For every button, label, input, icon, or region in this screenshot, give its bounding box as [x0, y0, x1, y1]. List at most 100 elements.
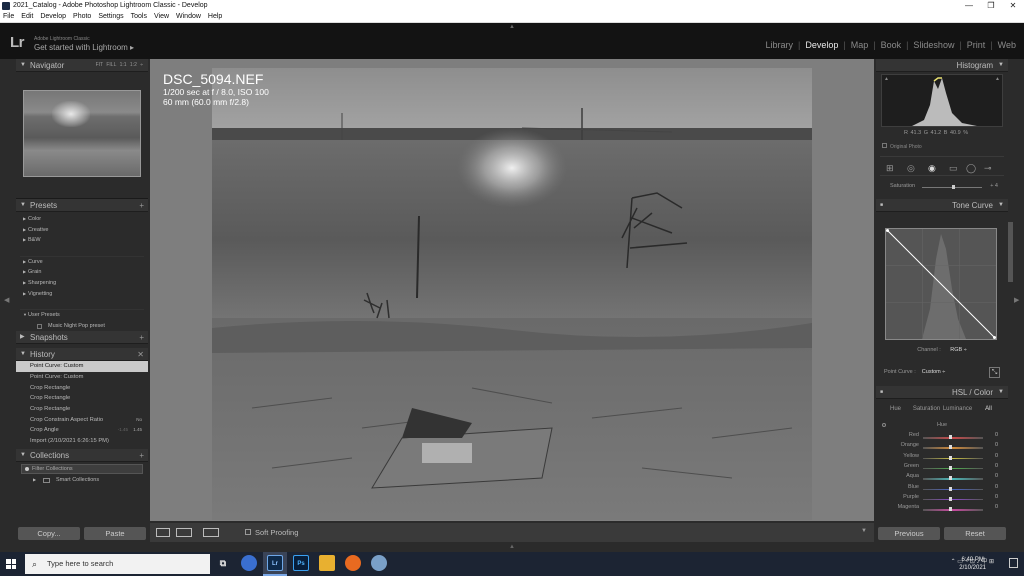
menu-window[interactable]: Window [176, 13, 201, 20]
hsl-header[interactable]: ■ HSL / Color ▼ [876, 386, 1008, 399]
tone-curve-channel[interactable]: Channel : RGB ÷ [876, 347, 1008, 353]
taskbar-clock[interactable]: 6:40 PM 2/10/2021 [959, 556, 986, 572]
close-button[interactable]: ✕ [1002, 0, 1024, 11]
hue-slider-value[interactable]: 0 [995, 504, 998, 510]
history-header[interactable]: ▼ History ✕ [16, 348, 148, 362]
history-item[interactable]: Crop Constrain Aspect Ratio No [16, 415, 148, 426]
paste-settings-button[interactable]: Paste [84, 527, 146, 540]
preset-group[interactable]: ▶ Creative [16, 225, 148, 236]
history-item[interactable]: Crop Rectangle [16, 383, 148, 394]
task-view-icon[interactable]: ⧉ [215, 555, 231, 571]
photo-preview[interactable] [212, 68, 812, 520]
hue-slider-value[interactable]: 0 [995, 473, 998, 479]
edit-point-curve-icon[interactable]: ⤡ [989, 367, 1000, 378]
adjustment-brush-icon[interactable]: ⊸ [984, 163, 992, 174]
preset-group[interactable]: ▶ Curve [16, 257, 148, 268]
original-photo-checkbox[interactable]: Original Photo [882, 143, 922, 150]
hue-slider-track[interactable] [923, 498, 983, 501]
menu-help[interactable]: Help [208, 13, 222, 20]
hue-slider-track[interactable] [923, 509, 983, 511]
add-collection-icon[interactable]: + [139, 449, 144, 462]
notification-icon[interactable] [1009, 558, 1018, 568]
module-web[interactable]: Web [998, 40, 1016, 50]
collapse-left-arrow-icon[interactable]: ◀ [4, 296, 9, 304]
channel-value[interactable]: RGB ÷ [950, 347, 966, 353]
soft-proofing-toggle[interactable]: Soft Proofing [245, 528, 298, 537]
preset-group[interactable]: ▶ B&W [16, 235, 148, 246]
panel-toggle-icon[interactable]: ■ [880, 386, 883, 399]
tab-hue[interactable]: Hue [880, 403, 911, 415]
navigator-preview[interactable] [23, 90, 141, 177]
menu-develop[interactable]: Develop [40, 13, 66, 20]
collapse-right-arrow-icon[interactable]: ▶ [1014, 296, 1019, 304]
hue-slider-value[interactable]: 0 [995, 494, 998, 500]
chrome-icon[interactable] [241, 555, 257, 571]
menu-tools[interactable]: Tools [131, 13, 147, 20]
tab-luminance[interactable]: Luminance [942, 403, 973, 415]
hue-slider-value[interactable]: 0 [995, 453, 998, 459]
tone-curve-header[interactable]: ■ Tone Curve ▼ [876, 199, 1008, 212]
menu-view[interactable]: View [154, 13, 169, 20]
before-after-icon[interactable] [176, 528, 192, 537]
hue-slider-track[interactable] [923, 467, 983, 470]
module-book[interactable]: Book [881, 40, 902, 50]
histogram-header[interactable]: Histogram ▼ [876, 59, 1008, 72]
highlight-clipping-icon[interactable]: ▲ [995, 76, 1000, 82]
crop-tool-icon[interactable]: ⊞ [886, 163, 894, 174]
history-item[interactable]: Crop Rectangle [16, 404, 148, 415]
module-print[interactable]: Print [967, 40, 986, 50]
soft-proofing-checkbox[interactable] [245, 529, 251, 535]
module-map[interactable]: Map [851, 40, 869, 50]
hue-slider-track[interactable] [923, 447, 983, 449]
saturation-slider-thumb[interactable] [952, 185, 955, 189]
hue-slider-track[interactable] [923, 437, 983, 439]
module-slideshow[interactable]: Slideshow [913, 40, 954, 50]
preset-group[interactable]: ▶ Grain [16, 267, 148, 278]
loupe-view-icon[interactable] [156, 528, 170, 537]
menu-file[interactable]: File [3, 13, 14, 20]
before-after-swap-icon[interactable] [203, 528, 219, 537]
history-item[interactable]: Crop Rectangle [16, 393, 148, 404]
add-preset-icon[interactable]: + [139, 199, 144, 212]
module-library[interactable]: Library [765, 40, 793, 50]
hue-slider-value[interactable]: 0 [995, 463, 998, 469]
navigator-zoom-options[interactable]: FIT FILL 1:1 1:2 ÷ [96, 59, 143, 72]
get-started-link[interactable]: Get started with Lightroom ▸ [34, 43, 134, 52]
copy-settings-button[interactable]: Copy... [18, 527, 80, 540]
menu-photo[interactable]: Photo [73, 13, 91, 20]
right-panel-scrollbar[interactable] [1008, 222, 1013, 282]
hue-slider-track[interactable] [923, 457, 983, 460]
filter-collections-input[interactable]: Filter Collections [21, 463, 143, 474]
hue-slider-thumb[interactable] [949, 507, 952, 512]
hue-slider-thumb[interactable] [949, 435, 952, 439]
app-icon[interactable] [371, 555, 387, 571]
collections-header[interactable]: ▼ Collections + [16, 448, 148, 462]
tab-saturation[interactable]: Saturation [911, 403, 942, 415]
image-canvas[interactable]: DSC_5094.NEF 1/200 sec at f / 8.0, ISO 1… [150, 59, 874, 521]
tone-curve-graph[interactable] [885, 228, 997, 340]
hue-slider-thumb[interactable] [949, 476, 952, 481]
history-item[interactable]: Crop Angle -1.45 1.45 [16, 425, 148, 436]
photoshop-icon[interactable]: Ps [293, 555, 309, 571]
taskbar-search-input[interactable]: ⌕ Type here to search [25, 554, 210, 574]
radial-filter-icon[interactable]: ◯ [966, 163, 976, 174]
history-item[interactable]: Import (2/10/2021 6:26:15 PM) [16, 436, 148, 447]
collapse-bottom-arrow-icon[interactable]: ▲ [509, 544, 515, 550]
reset-button[interactable]: Reset [944, 527, 1006, 540]
clear-history-icon[interactable]: ✕ [137, 348, 144, 361]
collapse-top-arrow-icon[interactable]: ▲ [509, 24, 515, 30]
hue-slider-thumb[interactable] [949, 486, 952, 491]
add-snapshot-icon[interactable]: + [139, 331, 144, 344]
saturation-value[interactable]: + 4 [990, 183, 998, 189]
user-preset-item[interactable]: Music Night Pop preset [16, 321, 148, 332]
preset-group[interactable]: ▶ Sharpening [16, 278, 148, 289]
histogram-graph[interactable]: ▲ ▲ [881, 74, 1003, 127]
hue-slider-thumb[interactable] [949, 465, 952, 470]
lightroom-icon[interactable]: Lr [267, 555, 283, 571]
hue-slider-thumb[interactable] [949, 496, 952, 501]
windows-start-icon[interactable] [6, 559, 16, 569]
shadow-clipping-icon[interactable]: ▲ [884, 76, 889, 82]
panel-toggle-icon[interactable]: ■ [880, 199, 883, 212]
hue-slider-value[interactable]: 0 [995, 484, 998, 490]
graduated-filter-icon[interactable]: ▭ [949, 163, 958, 174]
